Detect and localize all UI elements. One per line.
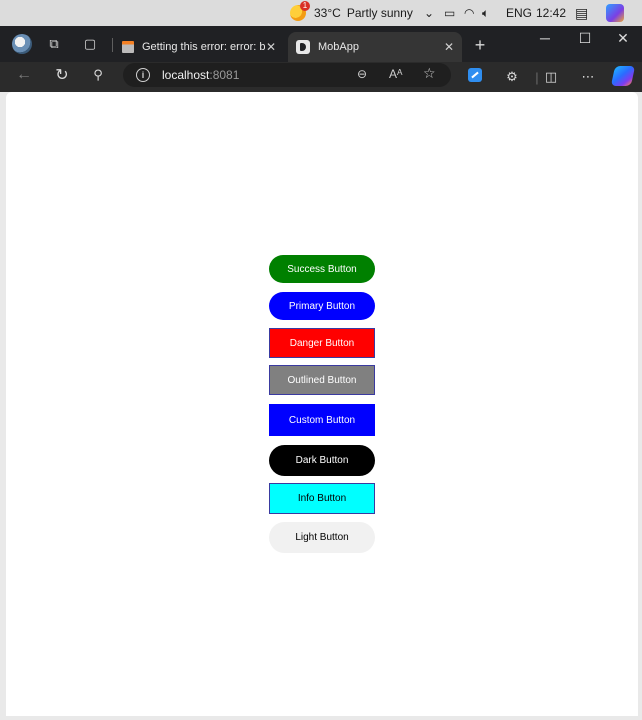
stackoverflow-favicon-icon [122, 41, 134, 53]
minimize-icon[interactable]: ─ [530, 30, 560, 46]
mobapp-favicon-icon [296, 40, 310, 54]
primary-button[interactable]: Primary Button [269, 292, 375, 320]
maximize-icon[interactable]: ☐ [570, 30, 600, 47]
tab-divider [112, 38, 113, 52]
split-screen-icon[interactable]: ◫ [541, 67, 561, 87]
browser-titlebar: ⧉ ▢ Getting this error: error: bu ✕ MobA… [0, 26, 642, 62]
search-icon[interactable]: ⚲ [88, 65, 108, 85]
site-info-icon[interactable]: i [136, 68, 150, 82]
page-viewport: Success Button Primary Button Danger But… [6, 92, 638, 716]
favorite-star-icon[interactable]: ☆ [423, 65, 436, 82]
weather-sun-icon [290, 1, 310, 21]
extensions-puzzle-icon[interactable]: ⚙ [502, 67, 522, 87]
outlined-button[interactable]: Outlined Button [269, 365, 375, 395]
read-aloud-icon[interactable]: Aᴬ [389, 67, 402, 81]
tab-title: MobApp [318, 41, 359, 53]
refresh-icon[interactable]: ↻ [52, 65, 72, 85]
system-taskbar: 33°C Partly sunny ⌄ ▭ ◠ 🔈︎ ENG 12:42 ▤ [0, 0, 642, 26]
url-host: localhost [162, 68, 210, 82]
wifi-icon[interactable]: ◠ [464, 0, 474, 26]
tab-actions-icon[interactable]: ▢ [80, 34, 100, 54]
url-port: :8081 [209, 68, 240, 82]
back-arrow-icon[interactable]: ← [14, 65, 34, 85]
speaker-icon[interactable]: 🔈︎ [482, 0, 489, 26]
success-button[interactable]: Success Button [269, 255, 375, 283]
extension-edit-icon[interactable] [468, 68, 482, 82]
tab-stackoverflow[interactable]: Getting this error: error: bu ✕ [118, 32, 284, 62]
light-button[interactable]: Light Button [269, 522, 375, 553]
info-button[interactable]: Info Button [269, 483, 375, 514]
tab-mobapp[interactable]: MobApp ✕ [288, 32, 462, 62]
close-tab-icon[interactable]: ✕ [266, 40, 276, 54]
weather-widget[interactable]: 33°C Partly sunny [290, 0, 413, 26]
close-tab-icon[interactable]: ✕ [444, 40, 454, 54]
zoom-icon[interactable]: ⊖ [357, 67, 367, 81]
new-tab-icon[interactable]: + [470, 35, 490, 55]
dark-button[interactable]: Dark Button [269, 445, 375, 476]
temperature-text: 33°C [314, 6, 341, 20]
danger-button[interactable]: Danger Button [269, 328, 375, 358]
language-indicator[interactable]: ENG [506, 0, 532, 26]
chevron-up-icon[interactable]: ⌄ [424, 0, 434, 26]
more-menu-icon[interactable]: ⋯ [578, 67, 598, 87]
close-window-icon[interactable]: ✕ [608, 30, 638, 47]
copilot-tray-icon[interactable] [606, 4, 624, 22]
custom-button[interactable]: Custom Button [269, 404, 375, 436]
tab-title: Getting this error: error: bu [142, 41, 266, 53]
profile-avatar-icon[interactable] [12, 34, 32, 54]
clock-text[interactable]: 12:42 [536, 0, 566, 26]
battery-icon[interactable]: ▭ [444, 0, 455, 26]
workspaces-icon[interactable]: ⧉ [44, 34, 64, 54]
address-bar[interactable]: i localhost:8081 ⊖ Aᴬ ☆ [123, 63, 451, 87]
weather-condition-text: Partly sunny [346, 6, 413, 20]
notifications-icon[interactable]: ▤ [575, 0, 588, 26]
